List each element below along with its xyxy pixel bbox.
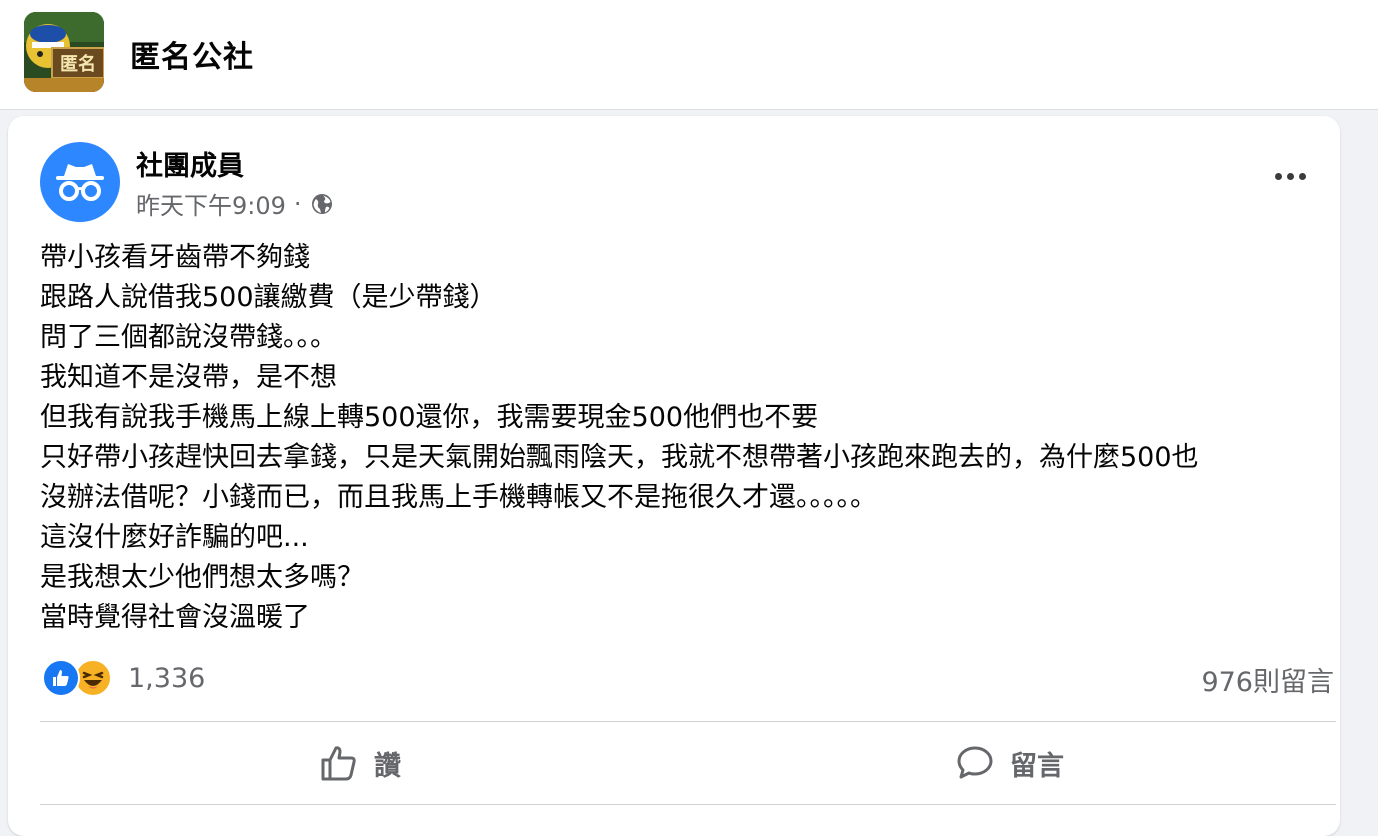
post-card: 社團成員 昨天下午9:09 · 帶小孩看牙齒帶不夠錢 跟路人說借我500讓繳費（… <box>8 116 1340 836</box>
group-logo-text: 匿名 <box>60 53 96 75</box>
post-line: 沒辦法借呢？小錢而已，而且我馬上手機轉帳又不是拖很久才還。。。。。 <box>40 482 877 513</box>
post-line: 跟路人說借我500讓繳費（是少帶錢） <box>40 282 497 313</box>
thumbs-up-icon <box>321 746 356 781</box>
divider <box>40 721 1336 722</box>
group-logo-image: 匿名 <box>24 12 104 92</box>
reactions-summary[interactable]: 1,336 <box>42 658 205 698</box>
post-line: 只好帶小孩趕快回去拿錢，只是天氣開始飄雨陰天，我就不想帶著小孩跑來跑去的，為什麼… <box>40 442 1199 473</box>
post-line: 是我想太少他們想太多嗎？ <box>40 562 364 593</box>
post-text: 帶小孩看牙齒帶不夠錢 跟路人說借我500讓繳費（是少帶錢） 問了三個都說沒帶錢。… <box>40 238 1330 638</box>
incognito-icon <box>56 164 104 201</box>
post-line: 問了三個都說沒帶錢。。。 <box>40 322 337 353</box>
post-line: 這沒什麼好詐騙的吧... <box>40 522 309 553</box>
group-logo[interactable]: 匿名 <box>24 12 104 92</box>
group-header: 匿名 匿名公社 <box>0 0 1378 110</box>
group-name[interactable]: 匿名公社 <box>130 32 254 76</box>
meta-separator: · <box>293 189 302 218</box>
reaction-count: 1,336 <box>128 662 206 694</box>
post-line: 當時覺得社會沒溫暖了 <box>40 602 310 633</box>
post-author[interactable]: 社團成員 <box>136 144 244 183</box>
post-line: 我知道不是沒帶，是不想 <box>40 362 337 393</box>
like-reaction-icon <box>42 659 80 697</box>
post-meta: 昨天下午9:09 · <box>136 186 334 221</box>
like-label: 讚 <box>374 750 401 782</box>
dot-icon <box>1298 172 1306 180</box>
comment-count-link[interactable]: 976則留言 <box>1201 660 1334 699</box>
post-timestamp[interactable]: 昨天下午9:09 <box>136 186 286 221</box>
comment-button[interactable]: 留言 <box>956 738 1064 788</box>
dot-icon <box>1274 172 1282 180</box>
comment-label: 留言 <box>1010 750 1064 782</box>
dot-icon <box>1286 172 1294 180</box>
like-button[interactable]: 讚 <box>320 738 401 788</box>
comment-bubble-icon <box>957 746 993 779</box>
post-line: 但我有說我手機馬上線上轉500還你，我需要現金500他們也不要 <box>40 402 819 433</box>
more-options-button[interactable] <box>1266 162 1314 190</box>
divider <box>40 804 1336 805</box>
post-line: 帶小孩看牙齒帶不夠錢 <box>40 242 310 273</box>
globe-icon <box>311 193 332 214</box>
anonymous-member-avatar[interactable] <box>40 142 120 222</box>
